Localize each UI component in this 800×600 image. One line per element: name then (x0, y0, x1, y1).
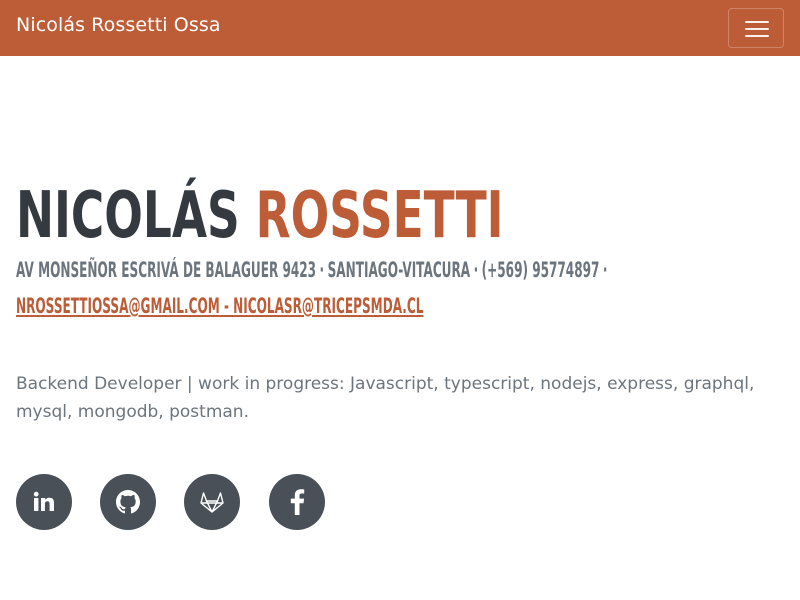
phone: (+569) 95774897 (481, 258, 600, 282)
gitlab-icon (199, 490, 225, 514)
city: Santiago-Vitacura (327, 258, 471, 282)
page-title: Nicolás Rossetti (16, 176, 504, 256)
linkedin-icon (32, 490, 56, 514)
top-navbar: Nicolás Rossetti Ossa (0, 0, 800, 56)
first-name: Nicolás (16, 179, 240, 253)
facebook-icon (289, 489, 305, 515)
gitlab-link[interactable] (184, 474, 240, 530)
email-separator: - (219, 294, 234, 318)
separator: · (319, 258, 325, 282)
linkedin-link[interactable] (16, 474, 72, 530)
email-link-1[interactable]: nrossettiossa@gmail.com (16, 294, 220, 318)
navbar-toggle-button[interactable] (728, 8, 784, 48)
profile-description: Backend Developer | work in progress: Ja… (16, 374, 755, 422)
github-icon (116, 490, 140, 514)
email-link-2[interactable]: nicolasr@tricepsmda.cl (233, 294, 423, 318)
email-links: nrossettiossa@gmail.com - nicolasr@trice… (16, 292, 423, 320)
address: Av Monseñor Escrivá de Balaguer 9423 (16, 258, 317, 282)
separator: · (602, 258, 608, 282)
last-name: Rossetti (255, 179, 504, 253)
contact-line: Av Monseñor Escrivá de Balaguer 9423 · San… (16, 256, 611, 284)
separator: · (473, 258, 479, 282)
navbar-brand[interactable]: Nicolás Rossetti Ossa (16, 14, 221, 36)
facebook-link[interactable] (269, 474, 325, 530)
github-link[interactable] (100, 474, 156, 530)
